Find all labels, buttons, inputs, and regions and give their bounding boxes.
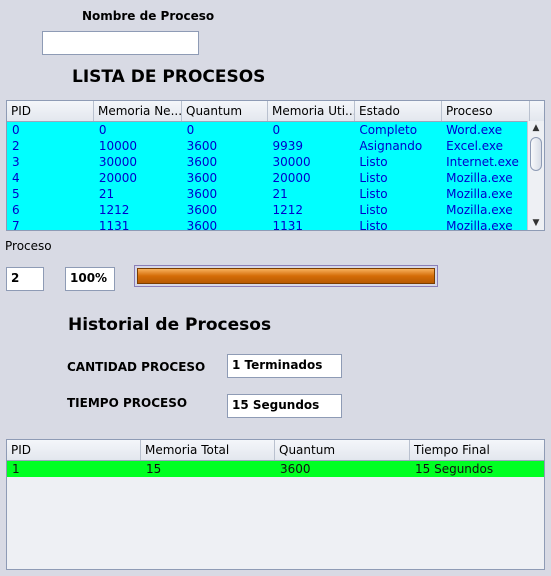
table-cell: 3600 [186,155,218,169]
table-cell: 20000 [98,171,138,185]
nombre-proceso-label: Nombre de Proceso [82,9,215,23]
table-cell: Excel.exe [446,139,504,153]
table-cell: 1212 [272,203,304,217]
table-row[interactable]: 7 1131 3600 1131 Listo Mozilla.exe [7,218,529,231]
table-cell: Mozilla.exe [446,187,513,201]
table-cell: 6 [12,203,20,217]
table-cell: Mozilla.exe [446,203,513,217]
table-cell: 7 [12,219,20,231]
scroll-down-icon[interactable]: ▼ [528,216,544,230]
table-cell: 1131 [98,219,130,231]
table-row[interactable]: 2 10000 3600 9939 Asignando Excel.exe [7,138,529,154]
tiempo-proceso-label: TIEMPO PROCESO [67,396,188,410]
table-cell: 3600 [280,462,311,476]
table-cell: Asignando [359,139,423,153]
table-cell: 2 [12,139,20,153]
table-row[interactable]: 1 15 3600 15 Segundos [7,461,544,477]
table-cell: 5 [12,187,20,201]
scroll-up-icon[interactable]: ▲ [528,121,544,135]
table-cell: 3600 [186,203,218,217]
process-table-header: PID Memoria Ne... Quantum Memoria Uti...… [7,101,544,122]
table-cell: 30000 [98,155,138,169]
scroll-thumb[interactable] [530,137,542,171]
table-cell: 3 [12,155,20,169]
table-cell: Mozilla.exe [446,219,513,231]
col-estado[interactable]: Estado [355,101,442,121]
proceso-progress-bar [134,265,438,287]
table-cell: 9939 [272,139,304,153]
hist-col-pid[interactable]: PID [7,440,141,460]
progress-fill [137,268,435,284]
table-cell: Internet.exe [446,155,519,169]
table-cell: 0 [186,123,195,137]
table-cell: Listo [359,219,388,231]
table-row[interactable]: 5 21 3600 21 Listo Mozilla.exe [7,186,529,202]
table-cell: 3600 [186,139,218,153]
table-cell: Mozilla.exe [446,171,513,185]
table-cell: Listo [359,187,388,201]
table-cell: 1212 [98,203,130,217]
proceso-label: Proceso [5,239,52,253]
table-cell: 4 [12,171,20,185]
table-cell: 21 [98,187,115,201]
historial-title: Historial de Procesos [68,315,272,335]
table-cell: 0 [98,123,107,137]
process-table-body: 0 0 0 0 Completo Word.exe 2 10000 3600 9939 Asigna… [7,122,529,231]
history-table-header: PID Memoria Total Quantum Tiempo Final [7,440,544,461]
table-row[interactable]: 3 30000 3600 30000 Listo Internet.exe [7,154,529,170]
table-cell: 20000 [272,171,311,185]
table-cell: Listo [359,155,388,169]
process-table[interactable]: PID Memoria Ne... Quantum Memoria Uti...… [6,100,545,231]
hist-col-memoria-total[interactable]: Memoria Total [141,440,275,460]
proceso-pid-field[interactable]: 2 [6,267,44,291]
col-proceso[interactable]: Proceso [442,101,530,121]
table-row[interactable]: 0 0 0 0 Completo Word.exe [7,122,529,138]
table-cell: Listo [359,171,388,185]
table-row[interactable]: 4 20000 3600 20000 Listo Mozilla.exe [7,170,529,186]
table-cell: 3600 [186,187,218,201]
table-cell: Listo [359,203,388,217]
table-cell: Word.exe [446,123,503,137]
table-cell: 15 Segundos [415,462,494,476]
hist-col-quantum[interactable]: Quantum [275,440,410,460]
table-cell: 10000 [98,139,138,153]
proceso-percent-field[interactable]: 100% [65,267,115,291]
table-cell: 30000 [272,155,311,169]
table-cell: 3600 [186,171,218,185]
table-cell: Completo [359,123,418,137]
table-cell: 15 [146,462,162,476]
col-quantum[interactable]: Quantum [182,101,268,121]
table-cell: 0 [12,123,20,137]
table-cell: 3600 [186,219,218,231]
lista-procesos-title: LISTA DE PROCESOS [72,67,266,87]
tiempo-proceso-field[interactable]: 15 Segundos [227,394,342,418]
col-memoria-utilizada[interactable]: Memoria Uti... [268,101,355,121]
cantidad-proceso-label: CANTIDAD PROCESO [67,360,206,374]
hist-col-tiempo-final[interactable]: Tiempo Final [410,440,544,460]
cantidad-proceso-field[interactable]: 1 Terminados [227,354,342,378]
table-row[interactable]: 6 1212 3600 1212 Listo Mozilla.exe [7,202,529,218]
table-cell: 0 [272,123,281,137]
table-cell: 1131 [272,219,304,231]
process-table-scrollbar[interactable]: ▲ ▼ [527,121,544,230]
col-pid[interactable]: PID [7,101,94,121]
table-cell: 1 [12,462,20,476]
col-memoria-necesaria[interactable]: Memoria Ne... [94,101,182,121]
history-table-body: 1 15 3600 15 Segundos [7,461,544,477]
table-cell: 21 [272,187,288,201]
nombre-proceso-input[interactable] [42,31,199,55]
history-table[interactable]: PID Memoria Total Quantum Tiempo Final 1… [6,439,545,570]
